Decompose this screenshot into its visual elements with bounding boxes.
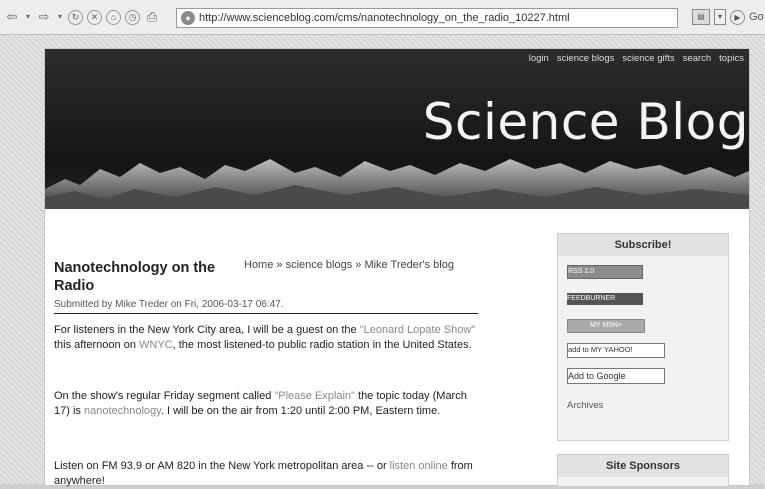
article-title[interactable]: Nanotechnology on the Radio — [54, 259, 234, 295]
go-button[interactable]: Go — [749, 11, 764, 23]
site-header: login science blogs science gifts search… — [45, 49, 749, 209]
subscribe-heading: Subscribe! — [558, 234, 728, 256]
add-to-google-badge[interactable]: Add to Google — [567, 368, 665, 384]
archives-link[interactable]: Archives — [567, 400, 603, 411]
nav-login-link[interactable]: login — [528, 53, 550, 64]
title-divider — [54, 313, 478, 314]
nav-topics-link[interactable]: topics — [718, 53, 745, 64]
my-yahoo-badge[interactable]: add to MY YAHOO! — [567, 343, 665, 358]
submitted-info: Submitted by Mike Treder on Fri, 2006-03… — [54, 299, 284, 310]
p2-text-c: . I will be on the air from 1:20 until 2… — [160, 405, 441, 417]
sponsors-box: Site Sponsors — [557, 454, 729, 487]
browser-toolbar: ⇦ ▾ ⇨ ▾ ↻ ✕ ⌂ ◷ ⎙ ● http://www.sciencebl… — [0, 0, 765, 35]
forward-icon[interactable]: ⇨ — [36, 9, 52, 25]
dropdown-arrow-icon[interactable]: ▾ — [56, 9, 64, 25]
address-dropdown-icon[interactable]: ▾ — [714, 9, 726, 25]
leonard-lopate-link[interactable]: "Leonard Lopate Show" — [360, 324, 475, 336]
home-icon[interactable]: ⌂ — [106, 9, 121, 25]
nav-search-link[interactable]: search — [682, 53, 713, 64]
p3-text-a: Listen on FM 93.9 or AM 820 in the New Y… — [54, 460, 390, 472]
address-text: http://www.scienceblog.com/cms/nanotechn… — [199, 12, 570, 24]
feed-icon[interactable]: ▤ — [692, 9, 710, 25]
mountain-banner — [45, 159, 749, 209]
paragraph-2: On the show's regular Friday segment cal… — [54, 389, 478, 419]
sponsors-heading: Site Sponsors — [558, 455, 728, 477]
rss-badge[interactable]: RSS 2.0 — [567, 265, 643, 279]
print-icon[interactable]: ⎙ — [144, 9, 160, 25]
background-text — [0, 58, 50, 278]
dropdown-arrow-icon[interactable]: ▾ — [24, 9, 32, 25]
please-explain-link[interactable]: "Please Explain" — [274, 390, 355, 402]
p1-text-a: For listeners in the New York City area,… — [54, 324, 360, 336]
p2-text-a: On the show's regular Friday segment cal… — [54, 390, 275, 402]
site-title: Science Blog — [422, 93, 749, 151]
web-page: login science blogs science gifts search… — [44, 48, 750, 489]
go-icon[interactable]: ▶ — [730, 9, 745, 25]
listen-online-link[interactable]: listen online — [390, 460, 448, 472]
back-icon[interactable]: ⇦ — [4, 9, 20, 25]
top-nav: login science blogs science gifts search… — [528, 53, 745, 64]
feedburner-badge[interactable]: FEEDBURNER — [567, 293, 643, 305]
paragraph-3: Listen on FM 93.9 or AM 820 in the New Y… — [54, 459, 478, 489]
history-icon[interactable]: ◷ — [125, 9, 140, 25]
reload-icon[interactable]: ↻ — [68, 9, 83, 25]
address-bar[interactable]: ● http://www.scienceblog.com/cms/nanotec… — [176, 8, 678, 28]
globe-icon: ● — [181, 11, 195, 25]
nav-science-gifts-link[interactable]: science gifts — [621, 53, 675, 64]
p1-text-c: , the most listened-to public radio stat… — [172, 339, 472, 351]
p1-text-b: this afternoon on — [54, 339, 140, 351]
stop-icon[interactable]: ✕ — [87, 9, 102, 25]
wnyc-link[interactable]: WNYC — [139, 339, 173, 351]
paragraph-1: For listeners in the New York City area,… — [54, 323, 478, 353]
breadcrumb[interactable]: Home » science blogs » Mike Treder's blo… — [244, 259, 454, 271]
nav-science-blogs-link[interactable]: science blogs — [556, 53, 616, 64]
background-text-right — [725, 304, 765, 424]
subscribe-box: Subscribe! RSS 2.0 FEEDBURNER MY MSN+ ad… — [557, 233, 729, 441]
my-msn-badge[interactable]: MY MSN+ — [567, 319, 645, 333]
nanotechnology-link[interactable]: nanotechnology — [84, 405, 161, 417]
